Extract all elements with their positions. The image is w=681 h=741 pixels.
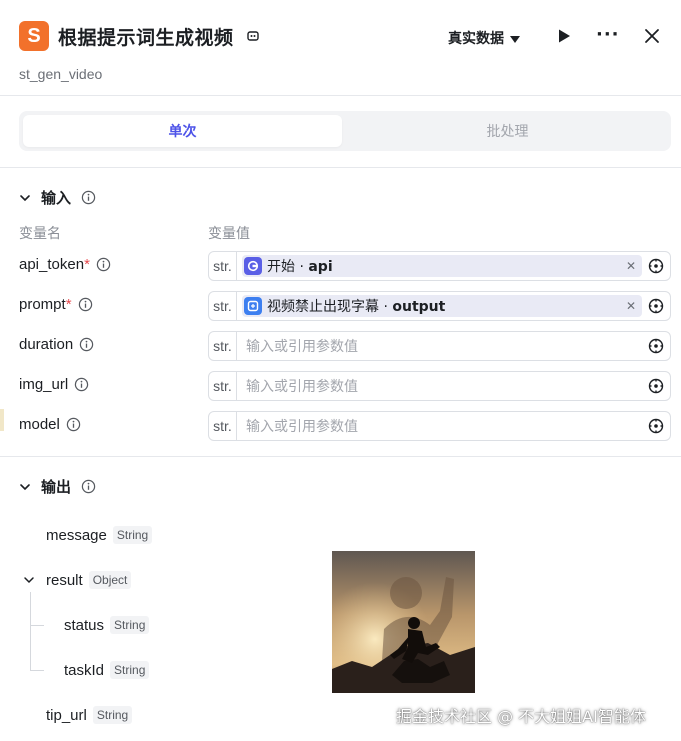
- column-header-name: 变量名: [19, 226, 61, 242]
- output-item-result[interactable]: result Object: [46, 571, 132, 589]
- param-value-prompt[interactable]: str. 视频禁止出现字幕 · output ✕: [208, 291, 671, 321]
- info-icon[interactable]: [66, 417, 81, 432]
- value-input-placeholder[interactable]: 输入或引用参数值: [246, 376, 648, 396]
- tree-connector: [30, 670, 44, 671]
- run-button[interactable]: [556, 28, 572, 44]
- type-badge: String: [110, 661, 150, 679]
- param-name-img-url: img_url: [19, 376, 89, 393]
- data-mode-dropdown[interactable]: 真实数据: [448, 28, 520, 48]
- edge-marker: [0, 409, 4, 431]
- tree-connector: [30, 625, 44, 626]
- param-name-label: model: [19, 416, 60, 433]
- output-item-tip-url: tip_url String: [46, 706, 133, 724]
- output-name: result: [46, 571, 83, 589]
- variable-reference-chip[interactable]: 开始 · api ✕: [242, 255, 642, 277]
- reference-picker-icon[interactable]: [648, 418, 664, 434]
- value-input-placeholder[interactable]: 输入或引用参数值: [246, 336, 648, 356]
- chevron-down-icon[interactable]: [23, 574, 35, 586]
- type-badge: String: [112, 526, 153, 544]
- mode-tabs: 单次 批处理: [19, 111, 671, 151]
- type-badge: String: [92, 706, 133, 724]
- node-title[interactable]: 根据提示词生成视频: [58, 23, 234, 50]
- variable-reference-chip[interactable]: 视频禁止出现字幕 · output ✕: [242, 295, 642, 317]
- type-tag: str.: [209, 332, 237, 360]
- more-options-icon[interactable]: ···: [596, 26, 620, 46]
- start-node-icon: [244, 257, 262, 275]
- info-icon[interactable]: [74, 377, 89, 392]
- reference-picker-icon[interactable]: [648, 258, 664, 274]
- info-icon[interactable]: [78, 297, 93, 312]
- required-mark: *: [65, 296, 72, 313]
- output-name: taskId: [64, 661, 105, 679]
- param-name-api-token: api_token *: [19, 256, 111, 273]
- param-name-model: model: [19, 416, 81, 433]
- clear-reference-icon[interactable]: ✕: [626, 299, 636, 313]
- info-icon[interactable]: [81, 190, 96, 205]
- data-mode-label: 真实数据: [448, 31, 504, 47]
- reference-picker-icon[interactable]: [648, 338, 664, 354]
- clear-reference-icon[interactable]: ✕: [626, 259, 636, 273]
- output-item-status: status String: [64, 616, 150, 634]
- close-icon[interactable]: [643, 27, 661, 45]
- output-section-title: 输出: [41, 478, 72, 496]
- watermark-text: 掘金技术社区 @ 不大姐姐AI智能体: [396, 707, 646, 726]
- output-name: message: [46, 526, 107, 544]
- type-tag: str.: [209, 292, 237, 320]
- param-name-prompt: prompt *: [19, 296, 93, 313]
- param-value-duration[interactable]: str. 输入或引用参数值: [208, 331, 671, 361]
- param-name-label: prompt: [19, 296, 66, 313]
- param-name-label: img_url: [19, 376, 69, 393]
- section-divider: [0, 456, 681, 457]
- type-tag: str.: [209, 252, 237, 280]
- output-item-taskid: taskId String: [64, 661, 150, 679]
- overlay-photo: [332, 551, 475, 693]
- reference-picker-icon[interactable]: [648, 298, 664, 314]
- info-icon[interactable]: [81, 479, 96, 494]
- plugin-logo-icon: S: [19, 21, 49, 51]
- tree-connector: [30, 592, 31, 670]
- info-icon[interactable]: [96, 257, 111, 272]
- reference-text: 开始 · api: [267, 259, 333, 275]
- param-name-label: api_token: [19, 256, 85, 273]
- param-name-duration: duration: [19, 336, 94, 353]
- llm-node-icon: [244, 297, 262, 315]
- param-value-model[interactable]: str. 输入或引用参数值: [208, 411, 671, 441]
- param-value-img-url[interactable]: str. 输入或引用参数值: [208, 371, 671, 401]
- input-section-title: 输入: [41, 189, 72, 207]
- mode-tabs-area: 单次 批处理: [0, 96, 681, 168]
- required-mark: *: [84, 256, 90, 273]
- type-badge: String: [110, 616, 150, 634]
- reference-text: 视频禁止出现字幕 · output: [267, 299, 446, 315]
- caret-down-icon: [510, 35, 520, 43]
- param-value-api-token[interactable]: str. 开始 · api ✕: [208, 251, 671, 281]
- chevron-down-icon[interactable]: [19, 481, 31, 493]
- info-icon[interactable]: [79, 337, 94, 352]
- reference-picker-icon[interactable]: [648, 378, 664, 394]
- column-header-value: 变量值: [208, 226, 250, 242]
- tab-single[interactable]: 单次: [23, 115, 342, 147]
- output-name: status: [64, 616, 105, 634]
- copy-icon[interactable]: [246, 29, 260, 43]
- chevron-down-icon[interactable]: [19, 192, 31, 204]
- node-header: S 根据提示词生成视频 真实数据 ··· st_gen_video: [0, 0, 681, 96]
- type-badge: Object: [88, 571, 132, 589]
- input-section-header[interactable]: 输入: [19, 187, 96, 208]
- value-input-placeholder[interactable]: 输入或引用参数值: [246, 416, 648, 436]
- output-name: tip_url: [46, 706, 87, 724]
- output-section-header[interactable]: 输出: [19, 476, 96, 497]
- node-subtitle: st_gen_video: [19, 66, 103, 82]
- tab-batch[interactable]: 批处理: [348, 115, 667, 147]
- type-tag: str.: [209, 412, 237, 440]
- output-item-message: message String: [46, 526, 153, 544]
- param-name-label: duration: [19, 336, 74, 353]
- type-tag: str.: [209, 372, 237, 400]
